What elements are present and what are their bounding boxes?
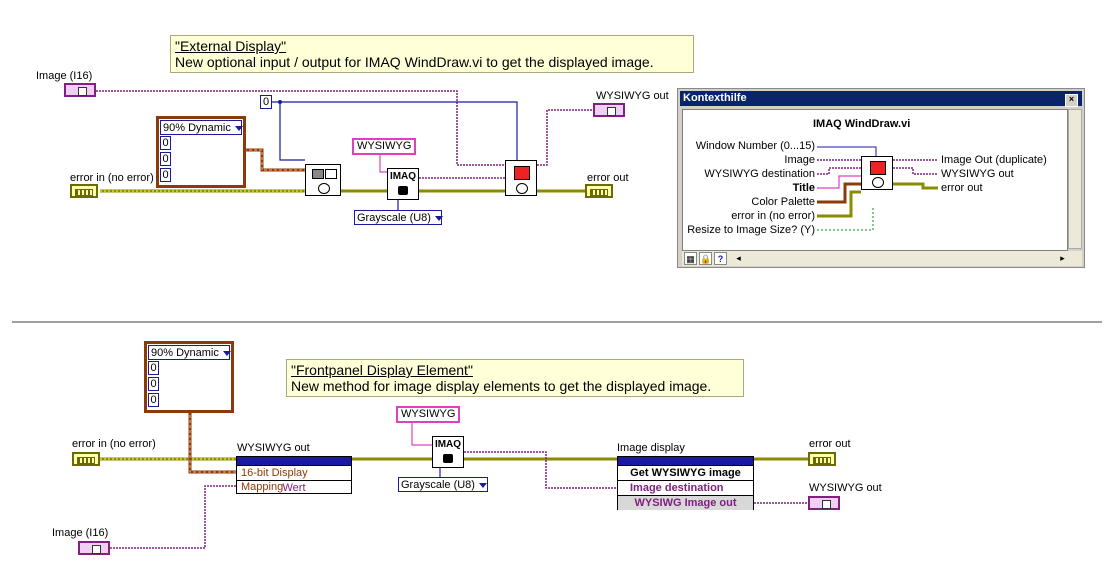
help-question-button[interactable]: ? xyxy=(714,252,727,265)
context-help-window[interactable]: Kontexthilfe × IMAQ WindDraw.vi Window N… xyxy=(677,88,1085,268)
palette-index-2[interactable]: 0 xyxy=(160,168,171,182)
error-in-terminal[interactable] xyxy=(70,184,98,198)
bottom-error-in-label: error in (no error) xyxy=(72,438,156,450)
help-input-resize: Resize to Image Size? (Y) xyxy=(687,224,815,236)
bottom-image-in-terminal[interactable] xyxy=(78,541,110,555)
bottom-palette-index-0[interactable]: 0 xyxy=(148,361,159,375)
invoke-method-get-wysiwyg[interactable]: Get WYSIWYG image xyxy=(618,465,753,480)
invoke-node-header xyxy=(618,457,753,465)
wysiwyg-out-terminal[interactable] xyxy=(593,103,625,117)
image-display-invoke-node[interactable]: Get WYSIWYG image Image destination WYSI… xyxy=(617,456,754,510)
bottom-wysiwyg-string-constant[interactable]: WYSIWYG xyxy=(396,406,461,423)
imaq-winddraw-vi-icon[interactable] xyxy=(505,160,537,196)
chevron-down-icon xyxy=(222,350,231,356)
bottom-wysiwyg-out-terminal[interactable] xyxy=(808,496,840,510)
grayscale-dropdown[interactable]: Grayscale (U8) xyxy=(354,210,443,225)
help-output-image-out: Image Out (duplicate) xyxy=(941,154,1047,166)
scroll-right-icon[interactable]: ▸ xyxy=(1056,252,1069,265)
wire-diagram xyxy=(96,90,808,549)
chevron-down-icon xyxy=(434,215,443,221)
palette-index-1[interactable]: 0 xyxy=(160,152,171,166)
bottom-note: "Frontpanel Display Element" New method … xyxy=(286,359,744,397)
image-in-label: Image (I16) xyxy=(36,70,93,82)
bottom-error-in-terminal[interactable] xyxy=(72,452,100,466)
bottom-palette-index-2[interactable]: 0 xyxy=(148,393,159,407)
property-node-title: WYSIWYG out xyxy=(237,442,310,454)
top-note-text: New optional input / output for IMAQ Win… xyxy=(175,54,654,70)
imaq-create-vi-icon[interactable]: IMAQ xyxy=(387,168,419,200)
top-note: "External Display" New optional input / … xyxy=(170,35,694,73)
window-number-constant[interactable]: 0 xyxy=(260,95,272,109)
help-title-bar[interactable]: Kontexthilfe × xyxy=(680,91,1082,107)
chevron-down-icon xyxy=(234,125,243,131)
image-in-terminal[interactable] xyxy=(64,83,96,97)
invoke-param-wysiwyg-image-out[interactable]: WYSIWG Image out xyxy=(618,495,753,510)
window-setup-vi-icon[interactable] xyxy=(305,164,341,196)
bottom-note-text: New method for image display elements to… xyxy=(291,378,712,394)
error-in-label: error in (no error) xyxy=(70,172,154,184)
bottom-note-title: "Frontpanel Display Element" xyxy=(291,362,473,378)
palette-index-0[interactable]: 0 xyxy=(160,136,171,150)
error-out-terminal[interactable] xyxy=(585,184,613,198)
bottom-palette-index-1[interactable]: 0 xyxy=(148,377,159,391)
image-display-title: Image display xyxy=(617,442,685,454)
prop-row-wert[interactable]: Wert xyxy=(237,480,351,495)
top-note-title: "External Display" xyxy=(175,38,287,54)
section-divider xyxy=(12,321,1102,323)
wysiwyg-out-property-node[interactable]: 16-bit Display Mapping Wert xyxy=(236,456,352,494)
help-input-title: Title xyxy=(792,182,815,194)
wysiwyg-out-label: WYSIWYG out xyxy=(596,90,669,102)
error-out-label: error out xyxy=(587,172,629,184)
help-bottom-bar: ▦ 🔒 ? ◂ ▸ xyxy=(682,251,1082,266)
palette-mode-dropdown[interactable]: 90% Dynamic xyxy=(160,120,243,135)
chevron-down-icon xyxy=(478,482,487,488)
help-input-image: Image xyxy=(784,154,815,166)
bottom-error-out-label: error out xyxy=(809,438,851,450)
help-winddraw-icon xyxy=(861,156,893,190)
lock-icon[interactable]: 🔒 xyxy=(699,252,712,265)
help-input-color-palette: Color Palette xyxy=(751,196,815,208)
close-icon[interactable]: × xyxy=(1065,94,1078,107)
show-detail-icon[interactable]: ▦ xyxy=(684,252,697,265)
bottom-wysiwyg-out-label: WYSIWYG out xyxy=(809,482,882,494)
bottom-imaq-create-vi-icon[interactable]: IMAQ xyxy=(432,436,464,468)
help-vertical-scrollbar[interactable] xyxy=(1068,109,1082,249)
scroll-left-icon[interactable]: ◂ xyxy=(732,252,745,265)
bottom-error-out-terminal[interactable] xyxy=(808,452,836,466)
help-input-wysiwyg-destination: WYSIWYG destination xyxy=(704,168,815,180)
bottom-color-palette-constant[interactable]: 90% Dynamic 0 0 0 xyxy=(144,341,234,413)
prop-row-display-mapping[interactable]: 16-bit Display Mapping xyxy=(237,465,351,493)
bottom-imaq-icon-label: IMAQ xyxy=(434,439,462,450)
bottom-image-in-label: Image (I16) xyxy=(52,527,109,539)
imaq-icon-label: IMAQ xyxy=(389,171,417,182)
help-content: IMAQ WindDraw.vi Window Number (0...15) … xyxy=(682,109,1068,251)
help-input-window-number: Window Number (0...15) xyxy=(695,140,815,152)
help-output-error-out: error out xyxy=(941,182,983,194)
property-node-header xyxy=(237,457,351,465)
invoke-param-image-destination[interactable]: Image destination xyxy=(618,480,753,495)
wysiwyg-string-constant[interactable]: WYSIWYG xyxy=(352,138,417,155)
help-input-error-in: error in (no error) xyxy=(731,210,815,222)
help-output-wysiwyg-out: WYSIWYG out xyxy=(941,168,1014,180)
bottom-grayscale-dropdown[interactable]: Grayscale (U8) xyxy=(398,477,488,492)
bottom-palette-mode-dropdown[interactable]: 90% Dynamic xyxy=(148,345,231,360)
color-palette-constant[interactable]: 90% Dynamic 0 0 0 xyxy=(156,116,246,188)
